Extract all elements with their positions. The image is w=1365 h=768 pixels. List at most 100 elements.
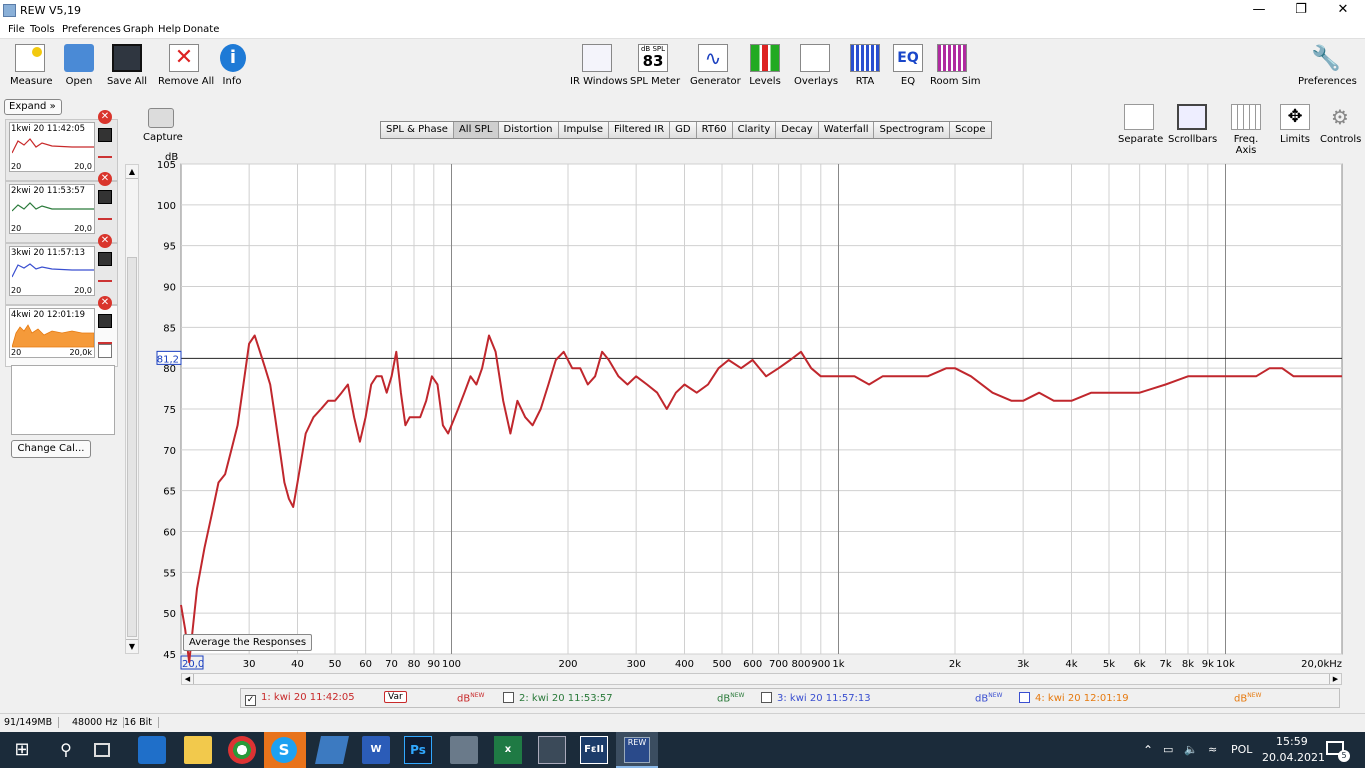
expand-button[interactable]: Expand »: [4, 99, 62, 115]
menu-donate[interactable]: Donate: [183, 24, 219, 35]
generator-icon: ∿: [698, 44, 728, 72]
remove-icon[interactable]: ✕: [98, 296, 112, 310]
tab-scope[interactable]: Scope: [950, 122, 991, 138]
calculator-icon[interactable]: [538, 736, 566, 764]
capture-button[interactable]: Capture: [143, 108, 183, 143]
menu-tools[interactable]: Tools: [30, 24, 55, 35]
remove-icon[interactable]: ✕: [98, 234, 112, 248]
x-tick-label: 50: [329, 659, 342, 670]
measure-button[interactable]: Measure: [10, 44, 53, 87]
y-tick-label: 80: [163, 364, 176, 375]
var-button[interactable]: Var: [384, 691, 407, 703]
rta-button[interactable]: RTA: [850, 44, 880, 87]
tab-gd[interactable]: GD: [670, 122, 697, 138]
remove-all-button[interactable]: ✕ Remove All: [158, 44, 214, 87]
legend-item[interactable]: 2: kwi 20 11:53:57: [503, 692, 613, 704]
tab-spectrogram[interactable]: Spectrogram: [874, 122, 951, 138]
preferences-button[interactable]: 🔧 Preferences: [1298, 44, 1357, 87]
restore-button[interactable]: ❐: [1279, 0, 1323, 22]
rew-tile[interactable]: REW: [616, 732, 658, 768]
outlook-icon[interactable]: [138, 736, 166, 764]
language-indicator[interactable]: POL: [1231, 743, 1252, 756]
menu-graph[interactable]: Graph: [123, 24, 154, 35]
app-icon-blue[interactable]: [315, 736, 349, 764]
pencil-icon[interactable]: [98, 268, 112, 282]
save-icon[interactable]: [98, 190, 112, 204]
change-cal-button[interactable]: Change Cal...: [11, 440, 91, 458]
panel-scrollbar[interactable]: ▲ ▼: [125, 164, 139, 654]
pencil-icon[interactable]: [98, 144, 112, 158]
x-tick-label: 40: [291, 659, 304, 670]
menu-help[interactable]: Help: [158, 24, 181, 35]
save-app-icon[interactable]: [450, 736, 478, 764]
tab-rt60[interactable]: RT60: [696, 122, 733, 138]
levels-button[interactable]: Levels: [749, 44, 781, 87]
excel-icon[interactable]: x: [494, 736, 522, 764]
menu-file[interactable]: File: [8, 24, 25, 35]
remove-icon[interactable]: ✕: [98, 110, 112, 124]
word-icon[interactable]: W: [362, 736, 390, 764]
ir-windows-button[interactable]: IR Windows: [570, 44, 628, 87]
save-icon[interactable]: [98, 128, 112, 142]
info-button[interactable]: i Info: [220, 44, 246, 87]
close-button[interactable]: ✕: [1321, 0, 1365, 22]
tab-spl-phase[interactable]: SPL & Phase: [381, 122, 454, 138]
minimize-button[interactable]: —: [1237, 0, 1281, 22]
notes-icon[interactable]: [98, 344, 112, 358]
scroll-down-icon: ▼: [126, 639, 138, 653]
search-icon[interactable]: ⚲: [52, 736, 80, 764]
chrome-icon[interactable]: [228, 736, 256, 764]
window-title: REW V5,19: [20, 4, 81, 17]
eq-button[interactable]: EQ EQ: [893, 44, 923, 87]
menu-preferences[interactable]: Preferences: [62, 24, 121, 35]
tab-waterfall[interactable]: Waterfall: [818, 122, 875, 138]
legend-item[interactable]: ✓ 1: kwi 20 11:42:05: [245, 692, 355, 706]
save-icon[interactable]: [98, 314, 112, 328]
tab-filtered-ir[interactable]: Filtered IR: [609, 122, 671, 138]
limits-button[interactable]: ✥ Limits: [1280, 104, 1310, 145]
clock-date[interactable]: 20.04.2021: [1262, 751, 1325, 764]
pencil-icon[interactable]: [98, 206, 112, 220]
open-button[interactable]: Open: [62, 44, 96, 87]
save-icon[interactable]: [98, 252, 112, 266]
clock-time[interactable]: 15:59: [1276, 735, 1308, 748]
graph-hscrollbar[interactable]: ◀ ▶: [181, 673, 1342, 685]
x-tick-label: 800: [791, 659, 810, 670]
fei-icon[interactable]: FɛII: [580, 736, 608, 764]
tab-distortion[interactable]: Distortion: [498, 122, 559, 138]
skype-tile[interactable]: S: [264, 732, 306, 768]
scrollbars-button[interactable]: Scrollbars: [1168, 104, 1217, 145]
notification-badge: 5: [1338, 750, 1350, 762]
spl-chart[interactable]: 45 50 55 60 65 70 75 80 85 90 95 100 105 30 40 50 60 70 80…: [140, 160, 1355, 680]
freq-axis-icon: [1231, 104, 1261, 130]
x-tick-label: 60: [359, 659, 372, 670]
gear-icon: ⚙: [1331, 105, 1349, 129]
room-sim-button[interactable]: Room Sim: [930, 44, 981, 87]
legend-item[interactable]: 4: kwi 20 12:01:19: [1019, 692, 1129, 704]
tab-all-spl[interactable]: All SPL: [453, 122, 499, 138]
separate-button[interactable]: Separate: [1118, 104, 1163, 145]
save-all-button[interactable]: Save All: [106, 44, 148, 87]
scroll-left-icon: ◀: [182, 674, 194, 684]
pencil-icon[interactable]: [98, 330, 112, 344]
tab-clarity[interactable]: Clarity: [732, 122, 777, 138]
legend-item[interactable]: 3: kwi 20 11:57:13: [761, 692, 871, 704]
task-view-icon[interactable]: [94, 743, 110, 757]
tab-decay[interactable]: Decay: [776, 122, 819, 138]
overlays-button[interactable]: Overlays: [794, 44, 838, 87]
freq-axis-button[interactable]: Freq. Axis: [1222, 104, 1270, 156]
average-responses-button[interactable]: Average the Responses: [183, 634, 313, 651]
tab-impulse[interactable]: Impulse: [558, 122, 610, 138]
start-icon[interactable]: ⊞: [8, 736, 36, 764]
thumbnail-curve: [12, 202, 94, 212]
spl-meter-button[interactable]: dB SPL 83 SPL Meter: [630, 44, 680, 87]
file-explorer-icon[interactable]: [184, 736, 212, 764]
measurement-card-selected[interactable]: 4kwi 20 12:01:19 20 20,0k ✕: [5, 296, 118, 367]
remove-icon[interactable]: ✕: [98, 172, 112, 186]
rta-icon: [850, 44, 880, 72]
controls-button[interactable]: ⚙ Controls: [1320, 104, 1361, 145]
y-tick-label: 45: [163, 650, 176, 661]
photoshop-icon[interactable]: Ps: [404, 736, 432, 764]
notifications-icon[interactable]: 5: [1326, 738, 1350, 762]
generator-button[interactable]: ∿ Generator: [690, 44, 741, 87]
